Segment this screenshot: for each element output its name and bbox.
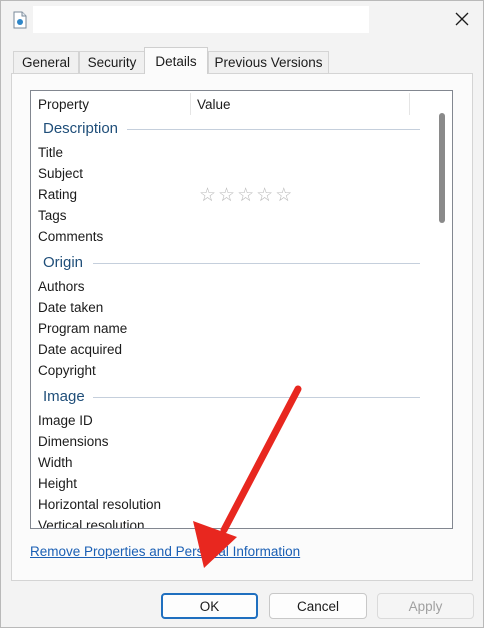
star-icon[interactable]: ☆: [275, 186, 292, 205]
close-button[interactable]: [447, 7, 477, 33]
group-origin: Origin: [43, 254, 84, 271]
ok-button[interactable]: OK: [161, 593, 258, 619]
properties-dialog: General Security Details Previous Versio…: [0, 0, 484, 628]
column-header-property[interactable]: Property: [38, 97, 89, 112]
property-width[interactable]: Width: [38, 455, 73, 470]
group-divider: [93, 397, 420, 398]
property-vertical-resolution[interactable]: Vertical resolution: [38, 518, 145, 528]
file-icon: [13, 11, 27, 29]
scrollbar[interactable]: [432, 91, 452, 528]
property-dimensions[interactable]: Dimensions: [38, 434, 109, 449]
tab-security-label: Security: [87, 55, 137, 70]
star-icon[interactable]: ☆: [256, 186, 273, 205]
tab-general[interactable]: General: [13, 51, 79, 73]
property-date-acquired[interactable]: Date acquired: [38, 342, 122, 357]
close-icon: [455, 12, 469, 29]
column-divider[interactable]: [409, 93, 410, 115]
star-icon[interactable]: ☆: [237, 186, 254, 205]
group-divider: [127, 129, 420, 130]
star-icon[interactable]: ☆: [218, 186, 235, 205]
property-height[interactable]: Height: [38, 476, 77, 491]
tab-previous-versions[interactable]: Previous Versions: [208, 51, 329, 73]
scrollbar-thumb[interactable]: [439, 113, 445, 223]
group-description: Description: [43, 120, 119, 137]
cancel-button[interactable]: Cancel: [269, 593, 367, 619]
property-title[interactable]: Title: [38, 145, 63, 160]
property-authors[interactable]: Authors: [38, 279, 85, 294]
property-subject[interactable]: Subject: [38, 166, 83, 181]
properties-list[interactable]: Property Value Description Title Subject…: [30, 90, 453, 529]
group-image: Image: [43, 388, 85, 405]
remove-properties-link[interactable]: Remove Properties and Personal Informati…: [30, 544, 300, 559]
title-bar: [1, 1, 483, 39]
tab-details-label: Details: [155, 53, 197, 69]
tab-security[interactable]: Security: [79, 51, 145, 73]
property-date-taken[interactable]: Date taken: [38, 300, 103, 315]
property-copyright[interactable]: Copyright: [38, 363, 96, 378]
property-horizontal-resolution[interactable]: Horizontal resolution: [38, 497, 161, 512]
property-rating[interactable]: Rating: [38, 187, 77, 202]
rating-stars[interactable]: ☆ ☆ ☆ ☆ ☆: [199, 186, 292, 205]
column-divider[interactable]: [190, 93, 191, 115]
ok-button-label: OK: [199, 598, 220, 614]
property-tags[interactable]: Tags: [38, 208, 67, 223]
group-divider: [93, 263, 420, 264]
tab-general-label: General: [21, 55, 71, 70]
property-image-id[interactable]: Image ID: [38, 413, 93, 428]
window-title: [33, 6, 369, 33]
apply-button-label: Apply: [408, 598, 443, 614]
list-header: Property Value: [31, 91, 433, 117]
apply-button[interactable]: Apply: [377, 593, 474, 619]
property-program-name[interactable]: Program name: [38, 321, 127, 336]
property-comments[interactable]: Comments: [38, 229, 103, 244]
star-icon[interactable]: ☆: [199, 186, 216, 205]
cancel-button-label: Cancel: [296, 598, 340, 614]
tab-previous-versions-label: Previous Versions: [214, 55, 323, 70]
tab-details[interactable]: Details: [144, 47, 208, 74]
column-header-value[interactable]: Value: [197, 97, 231, 112]
